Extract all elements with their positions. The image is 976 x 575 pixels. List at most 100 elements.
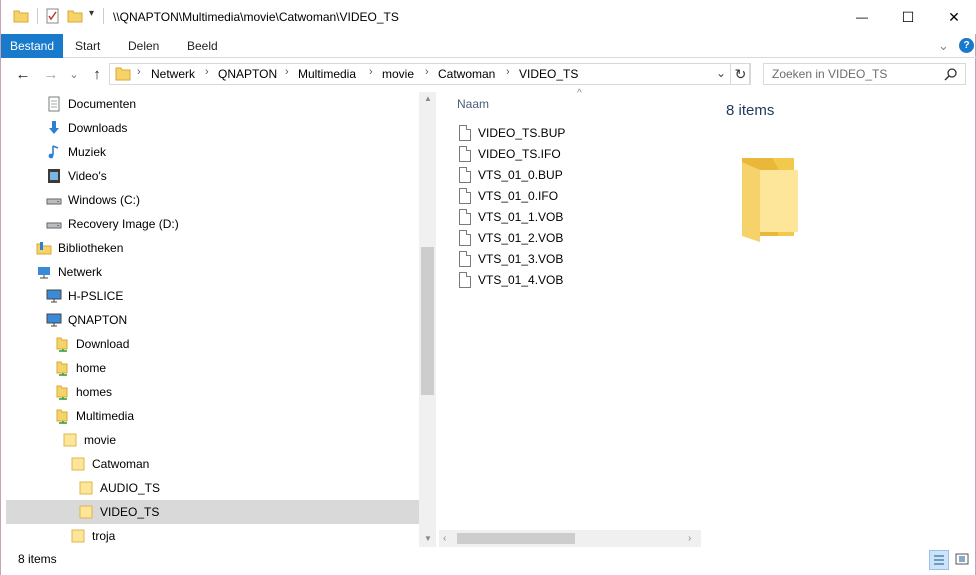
- tab-bestand[interactable]: Bestand: [1, 34, 63, 58]
- file-row[interactable]: VTS_01_4.VOB: [459, 270, 563, 290]
- recent-locations-button[interactable]: ⌄: [64, 64, 84, 84]
- up-button[interactable]: ↑: [87, 64, 107, 84]
- folder-icon: [78, 504, 94, 520]
- refresh-button[interactable]: ↻: [730, 63, 751, 85]
- explorer-window: ▾ \\QNAPTON\Multimedia\movie\Catwoman\VI…: [0, 0, 976, 575]
- nav-scrollbar[interactable]: ▲ ▼: [419, 92, 436, 547]
- breadcrumb-separator[interactable]: ›: [369, 66, 373, 78]
- tree-item-label: Catwoman: [92, 457, 150, 471]
- tree-item-windows-c[interactable]: Windows (C:): [6, 188, 419, 212]
- maximize-icon: ☐: [901, 8, 915, 25]
- minimize-button[interactable]: —: [839, 0, 885, 34]
- maximize-button[interactable]: ☐: [885, 0, 931, 34]
- navigation-pane: Documenten Downloads Muziek Video's Windows …: [6, 92, 419, 547]
- help-icon[interactable]: ?: [959, 38, 974, 53]
- horizontal-scroll-thumb[interactable]: [457, 533, 575, 544]
- tree-item-label: Downloads: [68, 121, 128, 135]
- tree-item-label: Video's: [68, 169, 107, 183]
- new-folder-icon[interactable]: [67, 8, 83, 27]
- details-view-button[interactable]: [929, 550, 949, 570]
- search-input[interactable]: Zoeken in VIDEO_TS: [763, 63, 966, 85]
- tree-item-home[interactable]: home: [6, 356, 419, 380]
- tree-item-netwerk[interactable]: Netwerk: [6, 260, 419, 284]
- quick-access-dropdown-icon[interactable]: ▾: [89, 8, 94, 19]
- folder-icon: [70, 456, 86, 472]
- refresh-icon: ↻: [734, 65, 747, 82]
- file-name: VIDEO_TS.BUP: [478, 126, 566, 140]
- file-row[interactable]: VTS_01_0.BUP: [459, 165, 563, 185]
- back-button[interactable]: ←: [13, 64, 33, 84]
- title-divider: [103, 8, 104, 24]
- computer-icon: [46, 288, 62, 304]
- breadcrumb-qnapton[interactable]: QNAPTON: [218, 67, 277, 81]
- tree-item-catwoman[interactable]: Catwoman: [6, 452, 419, 476]
- drive-icon: [46, 216, 62, 232]
- scroll-up-icon[interactable]: ▲: [424, 94, 432, 103]
- breadcrumb-separator[interactable]: ›: [425, 66, 429, 78]
- tree-item-audio-ts[interactable]: AUDIO_TS: [6, 476, 419, 500]
- tree-item-video-ts[interactable]: VIDEO_TS: [6, 500, 419, 524]
- properties-icon[interactable]: [45, 8, 61, 27]
- tree-item-download[interactable]: Download: [6, 332, 419, 356]
- scroll-left-icon[interactable]: ‹: [443, 533, 446, 544]
- forward-button[interactable]: →: [41, 64, 61, 84]
- file-row[interactable]: VTS_01_2.VOB: [459, 228, 563, 248]
- breadcrumb-separator[interactable]: ›: [205, 66, 209, 78]
- tree-item-muziek[interactable]: Muziek: [6, 140, 419, 164]
- folder-icon: [70, 528, 86, 544]
- tree-item-label: homes: [76, 385, 113, 399]
- tree-item-troja[interactable]: troja: [6, 524, 419, 547]
- search-placeholder: Zoeken in VIDEO_TS: [772, 67, 888, 81]
- share-folder-icon: [54, 336, 70, 352]
- file-name: VTS_01_1.VOB: [478, 210, 564, 224]
- breadcrumb-catwoman[interactable]: Catwoman: [438, 67, 495, 81]
- file-row[interactable]: VTS_01_1.VOB: [459, 207, 563, 227]
- horizontal-scrollbar[interactable]: ‹ ›: [439, 530, 701, 547]
- column-header-name[interactable]: Naam: [457, 97, 489, 111]
- tree-item-video-s[interactable]: Video's: [6, 164, 419, 188]
- breadcrumb-multimedia[interactable]: Multimedia: [298, 67, 356, 81]
- breadcrumb-separator[interactable]: ›: [506, 66, 510, 78]
- libraries-icon: [36, 240, 52, 256]
- tree-item-label: Netwerk: [58, 265, 103, 279]
- file-row[interactable]: VIDEO_TS.BUP: [459, 123, 565, 143]
- file-row[interactable]: VTS_01_3.VOB: [459, 249, 563, 269]
- breadcrumb-movie[interactable]: movie: [382, 67, 414, 81]
- ribbon-tabs: Bestand Start Delen Beeld ⌄ ?: [1, 34, 976, 58]
- tab-start[interactable]: Start: [75, 34, 100, 58]
- large-folder-icon: [740, 158, 806, 247]
- share-folder-icon: [54, 360, 70, 376]
- address-bar[interactable]: › Netwerk › QNAPTON › Multimedia › movie…: [109, 63, 750, 85]
- scroll-right-icon[interactable]: ›: [688, 533, 691, 544]
- tree-item-multimedia[interactable]: Multimedia: [6, 404, 419, 428]
- tree-item-movie[interactable]: movie: [6, 428, 419, 452]
- tree-item-h-pslice[interactable]: H-PSLICE: [6, 284, 419, 308]
- breadcrumb-separator[interactable]: ›: [285, 66, 289, 78]
- breadcrumb-video-ts[interactable]: VIDEO_TS: [519, 67, 578, 81]
- tab-beeld[interactable]: Beeld: [187, 34, 218, 58]
- expand-ribbon-icon[interactable]: ⌄: [938, 34, 949, 58]
- breadcrumb-separator[interactable]: ›: [137, 66, 141, 78]
- tree-item-documenten[interactable]: Documenten: [6, 92, 419, 116]
- scroll-down-icon[interactable]: ▼: [424, 534, 432, 543]
- videos-icon: [46, 168, 62, 184]
- close-button[interactable]: ✕: [931, 0, 976, 34]
- nav-scroll-thumb[interactable]: [421, 247, 434, 395]
- file-row[interactable]: VIDEO_TS.IFO: [459, 144, 561, 164]
- downloads-icon: [46, 120, 62, 136]
- file-row[interactable]: VTS_01_0.IFO: [459, 186, 558, 206]
- tree-item-qnapton[interactable]: QNAPTON: [6, 308, 419, 332]
- file-icon: [459, 209, 471, 225]
- large-icons-view-button[interactable]: [953, 550, 973, 570]
- tree-item-label: Windows (C:): [68, 193, 141, 207]
- tree-item-homes[interactable]: homes: [6, 380, 419, 404]
- tree-item-bibliotheken[interactable]: Bibliotheken: [6, 236, 419, 260]
- breadcrumb-netwerk[interactable]: Netwerk: [151, 67, 195, 81]
- network-icon: [36, 264, 52, 280]
- tree-item-downloads[interactable]: Downloads: [6, 116, 419, 140]
- tab-delen[interactable]: Delen: [128, 34, 159, 58]
- folder-icon: [78, 480, 94, 496]
- tree-item-recovery-image-d[interactable]: Recovery Image (D:): [6, 212, 419, 236]
- address-dropdown-icon[interactable]: ⌄: [716, 66, 726, 80]
- folder-icon: [62, 432, 78, 448]
